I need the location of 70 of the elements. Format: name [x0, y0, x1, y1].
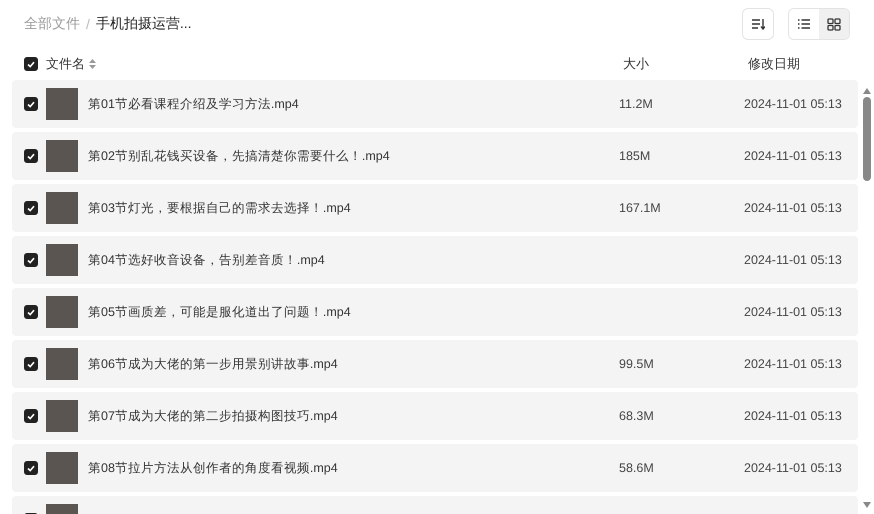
- scrollbar-thumb[interactable]: [863, 97, 871, 181]
- checkbox[interactable]: [24, 149, 38, 163]
- modified-date: 2024-11-01 05:13: [744, 149, 842, 163]
- file-row[interactable]: 第06节成为大佬的第一步用景别讲故事.mp4 99.5M 2024-11-01 05:13: [12, 340, 858, 388]
- file-row[interactable]: 第02节别乱花钱买设备，先搞清楚你需要什么！.mp4 185M 2024-11-01 05:13: [12, 132, 858, 180]
- file-name: 第05节画质差，可能是服化道出了问题！.mp4: [88, 304, 351, 320]
- grid-view-button[interactable]: [819, 9, 849, 39]
- checkmark-icon: [27, 204, 35, 212]
- file-size: 99.5M: [619, 357, 654, 371]
- checkmark-icon: [27, 308, 35, 316]
- photo-placeholder: [46, 192, 78, 224]
- breadcrumb-separator: /: [86, 16, 90, 32]
- modified-date: 2024-11-01 05:13: [744, 201, 842, 215]
- checkbox[interactable]: [24, 357, 38, 371]
- sort-button[interactable]: [742, 8, 774, 40]
- file-size: 185M: [619, 149, 650, 163]
- checkbox[interactable]: [24, 253, 38, 267]
- file-name: 第04节选好收音设备，告别差音质！.mp4: [88, 252, 325, 268]
- file-row[interactable]: 第04节选好收音设备，告别差音质！.mp4 2024-11-01 05:13: [12, 236, 858, 284]
- column-header[interactable]: 修改日期: [748, 56, 800, 71]
- file-size: 68.3M: [619, 409, 654, 423]
- photo-placeholder: [46, 348, 78, 380]
- modified-date: 2024-11-01 05:13: [744, 357, 842, 371]
- column-header[interactable]: 文件名: [46, 55, 85, 73]
- checkmark-icon: [27, 464, 35, 472]
- file-row[interactable]: 第01节必看课程介绍及学习方法.mp4 11.2M 2024-11-01 05:13: [12, 80, 858, 128]
- file-name: 第06节成为大佬的第一步用景别讲故事.mp4: [88, 356, 338, 372]
- file-size: 167.1M: [619, 201, 661, 215]
- file-name: 第02节别乱花钱买设备，先搞清楚你需要什么！.mp4: [88, 148, 390, 164]
- modified-date: 2024-11-01 05:13: [744, 305, 842, 319]
- file-name: 第01节必看课程介绍及学习方法.mp4: [88, 96, 299, 112]
- column-header[interactable]: 大小: [623, 56, 649, 71]
- modified-date: 2024-11-01 05:13: [744, 409, 842, 423]
- checkmark-icon: [27, 60, 35, 68]
- checkmark-icon: [27, 256, 35, 264]
- file-size: 11.2M: [619, 97, 653, 111]
- file-name: 第03节灯光，要根据自己的需求去选择！.mp4: [88, 200, 351, 216]
- checkbox[interactable]: [24, 57, 38, 71]
- scroll-down-icon[interactable]: [863, 502, 871, 508]
- modified-date: 2024-11-01 05:13: [744, 461, 842, 475]
- file-row[interactable]: 第07节成为大佬的第二步拍摄构图技巧.mp4 68.3M 2024-11-01 05:13: [12, 392, 858, 440]
- file-row[interactable]: 第03节灯光，要根据自己的需求去选择！.mp4 167.1M 2024-11-01 05:13: [12, 184, 858, 232]
- modified-date: 2024-11-01 05:13: [744, 253, 842, 267]
- list-icon: [797, 18, 811, 30]
- photo-placeholder: [46, 400, 78, 432]
- file-size: 58.6M: [619, 461, 654, 475]
- photo-placeholder: [46, 88, 78, 120]
- breadcrumb-item: 手机拍摄运营...: [96, 15, 192, 33]
- file-name: 第07节成为大佬的第二步拍摄构图技巧.mp4: [88, 408, 338, 424]
- file-name: 第08节拉片方法从创作者的角度看视频.mp4: [88, 460, 338, 476]
- checkmark-icon: [27, 412, 35, 420]
- checkbox[interactable]: [24, 97, 38, 111]
- checkmark-icon: [27, 100, 35, 108]
- sort-arrows-icon[interactable]: [89, 59, 96, 69]
- file-row[interactable]: 第05节画质差，可能是服化道出了问题！.mp4 2024-11-01 05:13: [12, 288, 858, 336]
- checkbox[interactable]: [24, 305, 38, 319]
- photo-placeholder: [46, 296, 78, 328]
- checkbox[interactable]: [24, 201, 38, 215]
- scroll-up-icon[interactable]: [863, 88, 871, 94]
- modified-date: 2024-11-01 05:13: [744, 97, 842, 111]
- checkbox[interactable]: [24, 409, 38, 423]
- grid-icon: [827, 18, 841, 30]
- photo-placeholder: [46, 244, 78, 276]
- photo-placeholder: [46, 140, 78, 172]
- checkmark-icon: [27, 152, 35, 160]
- checkbox[interactable]: [24, 461, 38, 475]
- checkmark-icon: [27, 360, 35, 368]
- photo-placeholder: [46, 452, 78, 484]
- sort-icon: [751, 18, 765, 30]
- file-row[interactable]: 第08节拉片方法从创作者的角度看视频.mp4 58.6M 2024-11-01 05:13: [12, 444, 858, 492]
